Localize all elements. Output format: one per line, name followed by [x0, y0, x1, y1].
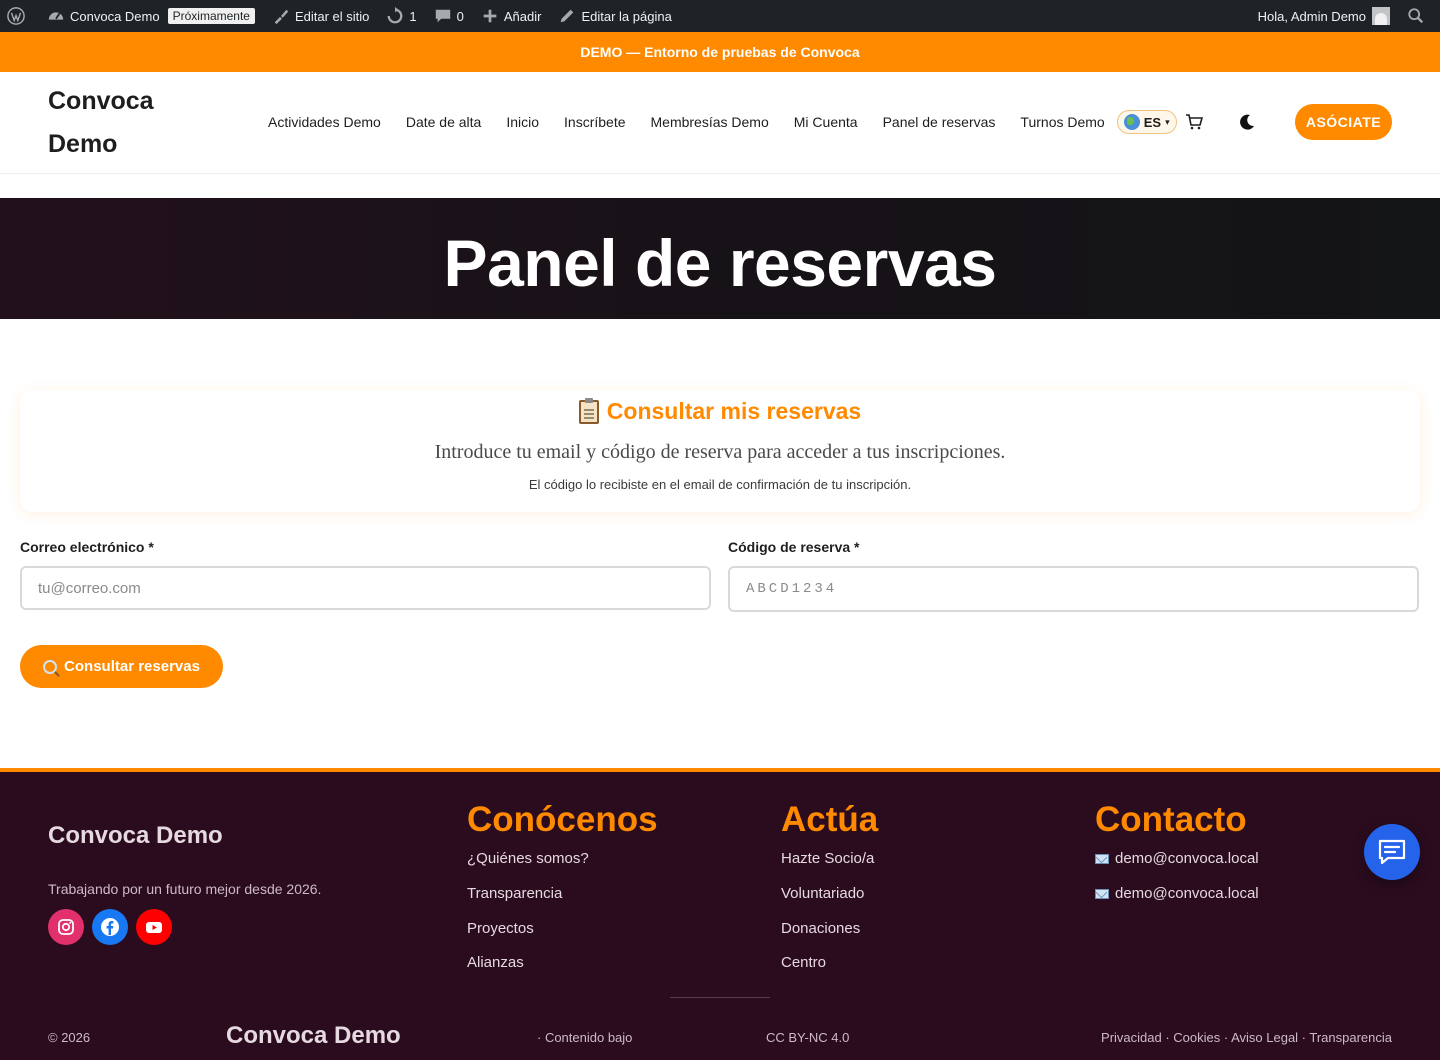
- edit-page-label: Editar la página: [581, 8, 672, 24]
- card-title: Consultar mis reservas: [20, 397, 1420, 425]
- add-new-menu[interactable]: Añadir: [472, 0, 550, 32]
- site-header: Convoca Demo Actividades Demo Date de al…: [0, 72, 1440, 174]
- demo-banner: DEMO — Entorno de pruebas de Convoca: [0, 32, 1440, 72]
- footer-content-note: · Contenido bajo: [537, 1030, 633, 1045]
- pencil-icon: [557, 6, 577, 26]
- code-label: Código de reserva *: [728, 539, 860, 555]
- footer-license-link[interactable]: CC BY-NC 4.0: [766, 1030, 849, 1045]
- add-new-label: Añadir: [503, 8, 542, 24]
- site-title[interactable]: Convoca Demo: [48, 80, 198, 166]
- nav-item-panel-de-reservas[interactable]: Panel de reservas: [883, 114, 996, 130]
- avatar: [1372, 7, 1390, 25]
- footer-legal-links[interactable]: Privacidad · Cookies · Aviso Legal · Tra…: [1101, 1030, 1392, 1045]
- wordpress-icon: [6, 6, 26, 26]
- footer-link-donaciones[interactable]: Donaciones: [781, 920, 860, 937]
- youtube-link[interactable]: [136, 909, 172, 945]
- main-nav: Actividades Demo Date de alta Inicio Ins…: [268, 110, 1177, 134]
- cart-icon[interactable]: [1185, 114, 1203, 130]
- updates-icon: [385, 6, 405, 26]
- site-name-menu[interactable]: Convoca Demo Próximamente: [38, 0, 263, 32]
- site-footer: Convoca Demo Trabajando por un futuro me…: [0, 768, 1440, 1060]
- footer-link-voluntariado[interactable]: Voluntariado: [781, 885, 864, 902]
- nav-item-membresias-demo[interactable]: Membresías Demo: [651, 114, 769, 130]
- footer-copyright: © 2026: [48, 1030, 91, 1045]
- admin-search[interactable]: [1398, 0, 1440, 32]
- edit-page-link[interactable]: Editar la página: [549, 0, 679, 32]
- join-button[interactable]: ASÓCIATE: [1295, 104, 1392, 140]
- info-card: Consultar mis reservas Introduce tu emai…: [20, 390, 1420, 512]
- language-switcher[interactable]: ES ▾: [1116, 110, 1177, 134]
- youtube-icon: [146, 922, 162, 933]
- footer-link-proyectos[interactable]: Proyectos: [467, 920, 534, 937]
- card-title-text: Consultar mis reservas: [606, 398, 862, 424]
- dashboard-icon: [46, 6, 66, 26]
- chat-icon: [1378, 839, 1406, 865]
- footer-divider: [670, 997, 770, 998]
- instagram-icon: [58, 919, 74, 935]
- greeting: Hola, Admin Demo: [1257, 8, 1366, 24]
- comments-link[interactable]: 0: [425, 0, 472, 32]
- email-label: Correo electrónico *: [20, 539, 154, 555]
- nav-item-mi-cuenta[interactable]: Mi Cuenta: [794, 114, 858, 130]
- comments-icon: [433, 6, 453, 26]
- updates-count: 1: [409, 8, 417, 24]
- coming-soon-badge: Próximamente: [167, 8, 255, 24]
- comments-count: 0: [456, 8, 464, 24]
- instagram-link[interactable]: [48, 909, 84, 945]
- footer-brand[interactable]: Convoca Demo: [48, 822, 223, 850]
- footer-contact-email-text: demo@convoca.local: [1115, 850, 1259, 867]
- account-menu[interactable]: Hola, Admin Demo: [1250, 0, 1398, 32]
- admin-site-name: Convoca Demo: [70, 8, 160, 24]
- updates-link[interactable]: 1: [377, 0, 424, 32]
- footer-col-title-contacto: Contacto: [1095, 800, 1247, 839]
- footer-contact-email[interactable]: demo@convoca.local: [1095, 885, 1259, 902]
- footer-bottom-brand[interactable]: Convoca Demo: [226, 1022, 401, 1050]
- footer-link-centro[interactable]: Centro: [781, 954, 826, 971]
- search-icon: [1406, 6, 1426, 26]
- admin-bar: Convoca Demo Próximamente Editar el siti…: [0, 0, 1440, 32]
- edit-site-link[interactable]: Editar el sitio: [263, 0, 377, 32]
- card-lead: Introduce tu email y código de reserva p…: [434, 441, 1006, 463]
- footer-col-title-conocenos: Conócenos: [467, 800, 658, 839]
- language-code: ES: [1143, 114, 1162, 130]
- consult-bookings-button[interactable]: Consultar reservas: [20, 645, 223, 688]
- card-note: El código lo recibiste en el email de co…: [528, 477, 912, 492]
- nav-item-actividades-demo[interactable]: Actividades Demo: [268, 114, 381, 130]
- nav-item-date-de-alta[interactable]: Date de alta: [406, 114, 482, 130]
- clipboard-icon: [578, 397, 599, 424]
- footer-tagline: Trabajando por un futuro mejor desde 202…: [48, 881, 322, 897]
- plus-icon: [480, 6, 500, 26]
- consult-bookings-label: Consultar reservas: [64, 658, 200, 675]
- wordpress-menu[interactable]: [0, 0, 38, 32]
- email-icon: [1095, 854, 1109, 865]
- email-icon: [1095, 889, 1109, 900]
- edit-site-label: Editar el sitio: [294, 8, 370, 24]
- globe-icon: [1123, 114, 1140, 130]
- chat-button[interactable]: [1364, 824, 1420, 880]
- nav-item-inscribete[interactable]: Inscríbete: [564, 114, 625, 130]
- dark-mode-toggle-icon[interactable]: [1238, 113, 1256, 131]
- facebook-icon: [101, 918, 119, 936]
- page-title: Panel de reservas: [443, 225, 997, 300]
- brush-icon: [271, 6, 291, 26]
- facebook-link[interactable]: [92, 909, 128, 945]
- nav-item-inicio[interactable]: Inicio: [506, 114, 539, 130]
- footer-contact-email[interactable]: demo@convoca.local: [1095, 850, 1259, 867]
- chevron-down-icon: ▾: [1165, 116, 1170, 127]
- footer-link-alianzas[interactable]: Alianzas: [467, 954, 524, 971]
- magnifier-icon: [43, 659, 58, 674]
- footer-col-title-actua: Actúa: [781, 800, 879, 839]
- footer-link-hazte-socio[interactable]: Hazte Socio/a: [781, 850, 874, 867]
- page-hero: Panel de reservas: [0, 198, 1440, 319]
- footer-contact-email-text: demo@convoca.local: [1115, 885, 1259, 902]
- booking-code-field[interactable]: [728, 566, 1419, 612]
- nav-item-turnos-demo[interactable]: Turnos Demo: [1020, 114, 1104, 130]
- footer-link-quienes-somos[interactable]: ¿Quiénes somos?: [467, 850, 589, 867]
- email-field[interactable]: [20, 566, 711, 610]
- footer-link-transparencia[interactable]: Transparencia: [467, 885, 562, 902]
